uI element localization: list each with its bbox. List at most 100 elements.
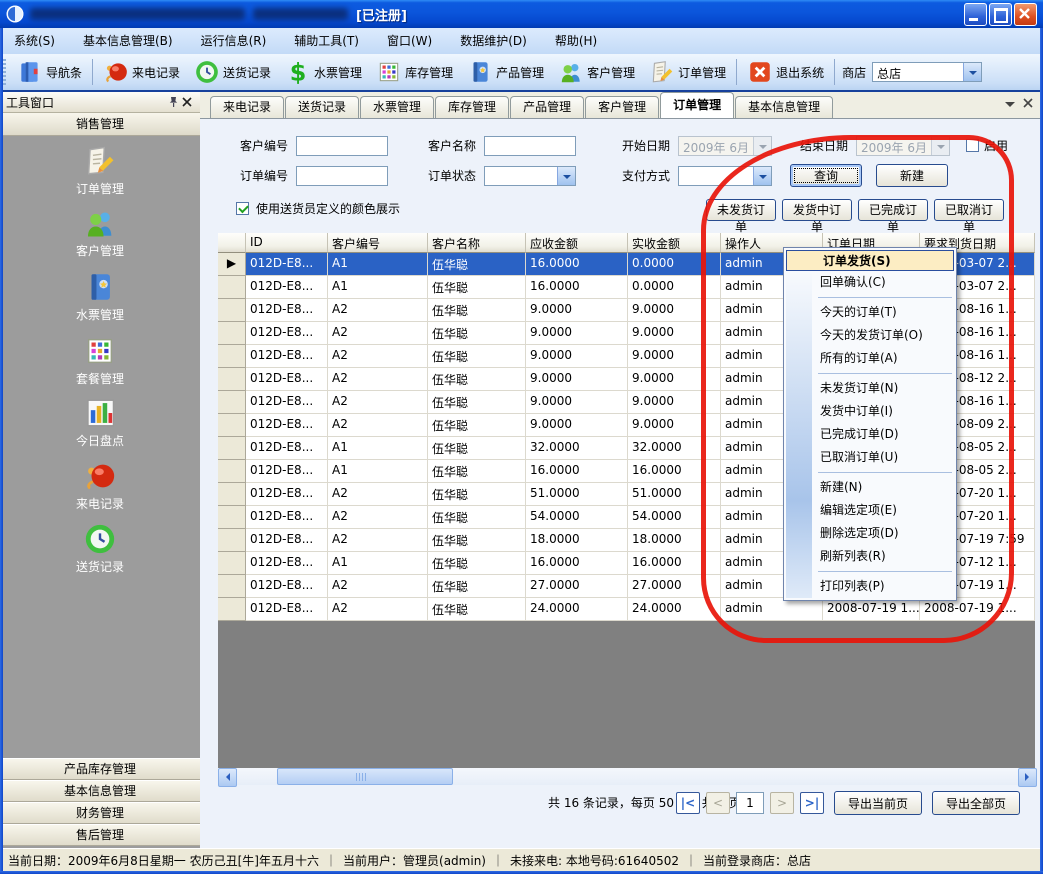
- delivery-record-button[interactable]: 送货记录: [187, 55, 278, 89]
- sidebar-item-order[interactable]: 订单管理: [0, 144, 200, 202]
- row-selector-cell[interactable]: [218, 460, 246, 483]
- maximize-button[interactable]: [989, 3, 1012, 26]
- row-selector-cell[interactable]: [218, 276, 246, 299]
- menu-runtime-info[interactable]: 运行信息(R): [187, 29, 281, 54]
- tab-basic-info[interactable]: 基本信息管理: [735, 96, 833, 118]
- sidebar-group-sales[interactable]: 销售管理: [0, 113, 200, 136]
- table-row[interactable]: 012D-E8... A2 伍华聪 24.0000 24.0000 admin …: [218, 598, 1035, 621]
- minimize-button[interactable]: [964, 3, 987, 26]
- context-menu-item[interactable]: 已完成订单(D): [784, 423, 956, 446]
- sidebar-item-delivery-record[interactable]: 送货记录: [0, 522, 200, 580]
- navigator-button[interactable]: 导航条: [10, 55, 89, 89]
- customer-code-input[interactable]: [296, 136, 388, 156]
- chevron-down-icon[interactable]: [557, 167, 575, 185]
- tab-close-icon[interactable]: [1023, 98, 1033, 108]
- product-button[interactable]: 产品管理: [460, 55, 551, 89]
- row-selector-cell[interactable]: [218, 322, 246, 345]
- menu-data-maintenance[interactable]: 数据维护(D): [446, 29, 541, 54]
- row-selector-cell[interactable]: [218, 575, 246, 598]
- row-selector-cell[interactable]: ▶: [218, 253, 246, 276]
- context-menu-item[interactable]: 所有的订单(A): [784, 347, 956, 370]
- pay-method-combobox[interactable]: [678, 166, 772, 186]
- water-ticket-button[interactable]: $ 水票管理: [278, 55, 369, 89]
- customer-button[interactable]: 客户管理: [551, 55, 642, 89]
- store-combobox[interactable]: 总店: [872, 62, 982, 82]
- sidebar-item-water-ticket[interactable]: 水票管理: [0, 270, 200, 328]
- chevron-down-icon[interactable]: [753, 167, 771, 185]
- filter-shipping-button[interactable]: 发货中订单: [782, 199, 852, 221]
- tab-customer[interactable]: 客户管理: [585, 96, 659, 118]
- context-menu-item[interactable]: 打印列表(P): [784, 575, 956, 598]
- sidebar-item-package[interactable]: 套餐管理: [0, 334, 200, 392]
- row-selector-cell[interactable]: [218, 345, 246, 368]
- context-menu-item[interactable]: 回单确认(C): [784, 271, 956, 294]
- context-menu-item[interactable]: 刷新列表(R): [784, 545, 956, 568]
- menu-basic-info[interactable]: 基本信息管理(B): [69, 29, 187, 54]
- column-header-id[interactable]: ID: [246, 233, 328, 253]
- last-page-button[interactable]: >|: [800, 792, 824, 814]
- column-header-customer-code[interactable]: 客户编号: [328, 233, 428, 253]
- call-record-button[interactable]: 来电记录: [96, 55, 187, 89]
- row-selector-cell[interactable]: [218, 437, 246, 460]
- scroll-right-icon[interactable]: [1018, 768, 1037, 787]
- sidebar-item-call-record[interactable]: 来电记录: [0, 459, 200, 517]
- customer-name-input[interactable]: [484, 136, 576, 156]
- export-current-page-button[interactable]: 导出当前页: [834, 791, 922, 815]
- row-selector-cell[interactable]: [218, 529, 246, 552]
- column-header-customer-name[interactable]: 客户名称: [428, 233, 526, 253]
- sidebar-group-basic-info[interactable]: 基本信息管理: [0, 780, 200, 802]
- context-menu-item[interactable]: 今天的发货订单(O): [784, 324, 956, 347]
- inventory-button[interactable]: 库存管理: [369, 55, 460, 89]
- order-status-combobox[interactable]: [484, 166, 576, 186]
- menu-system[interactable]: 系统(S): [0, 29, 69, 54]
- menu-aux-tools[interactable]: 辅助工具(T): [280, 29, 373, 54]
- end-date-picker[interactable]: 2009年 6月 8日: [856, 136, 950, 156]
- context-menu-item[interactable]: 今天的订单(T): [784, 301, 956, 324]
- row-selector-cell[interactable]: [218, 299, 246, 322]
- context-menu-item[interactable]: 删除选定项(D): [784, 522, 956, 545]
- context-menu-item[interactable]: 发货中订单(I): [784, 400, 956, 423]
- row-selector-cell[interactable]: [218, 598, 246, 621]
- tab-order-management[interactable]: 订单管理: [660, 92, 734, 118]
- tab-product[interactable]: 产品管理: [510, 96, 584, 118]
- row-selector-cell[interactable]: [218, 391, 246, 414]
- row-selector-cell[interactable]: [218, 483, 246, 506]
- context-menu-item[interactable]: 已取消订单(U): [784, 446, 956, 469]
- filter-completed-button[interactable]: 已完成订单: [858, 199, 928, 221]
- export-all-pages-button[interactable]: 导出全部页: [932, 791, 1020, 815]
- chevron-down-icon[interactable]: [963, 63, 981, 81]
- row-selector-cell[interactable]: [218, 414, 246, 437]
- tab-inventory[interactable]: 库存管理: [435, 96, 509, 118]
- row-selector-cell[interactable]: [218, 368, 246, 391]
- scroll-left-icon[interactable]: [218, 768, 237, 787]
- order-button[interactable]: 订单管理: [642, 55, 733, 89]
- sidebar-item-daily-check[interactable]: 今日盘点: [0, 396, 200, 454]
- filter-cancelled-button[interactable]: 已取消订单: [934, 199, 1004, 221]
- close-button[interactable]: [1014, 3, 1037, 26]
- scrollbar-thumb[interactable]: [277, 768, 453, 785]
- tab-call-record[interactable]: 来电记录: [210, 96, 284, 118]
- tab-delivery-record[interactable]: 送货记录: [285, 96, 359, 118]
- sidebar-group-product-inventory[interactable]: 产品库存管理: [0, 758, 200, 780]
- tab-water-ticket[interactable]: 水票管理: [360, 96, 434, 118]
- horizontal-scrollbar[interactable]: [218, 768, 1035, 785]
- pin-button[interactable]: [166, 95, 180, 109]
- order-code-input[interactable]: [296, 166, 388, 186]
- column-header-receivable[interactable]: 应收金额: [526, 233, 628, 253]
- prev-page-button[interactable]: <: [706, 792, 730, 814]
- row-selector-cell[interactable]: [218, 506, 246, 529]
- context-menu-item[interactable]: 未发货订单(N): [784, 377, 956, 400]
- menu-help[interactable]: 帮助(H): [541, 29, 611, 54]
- context-menu-item[interactable]: 新建(N): [784, 476, 956, 499]
- menu-window[interactable]: 窗口(W): [373, 29, 446, 54]
- start-date-picker[interactable]: 2009年 6月 8日: [678, 136, 772, 156]
- context-menu-item[interactable]: 编辑选定项(E): [784, 499, 956, 522]
- tab-list-dropdown-icon[interactable]: [1005, 102, 1015, 112]
- query-button[interactable]: 查询: [790, 164, 862, 187]
- new-button[interactable]: 新建: [876, 164, 948, 187]
- sidebar-group-after-sales[interactable]: 售后管理: [0, 824, 200, 846]
- color-display-checkbox[interactable]: [236, 202, 249, 215]
- sidebar-group-finance[interactable]: 财务管理: [0, 802, 200, 824]
- filter-unshipped-button[interactable]: 未发货订单: [706, 199, 776, 221]
- column-header-received[interactable]: 实收金额: [628, 233, 721, 253]
